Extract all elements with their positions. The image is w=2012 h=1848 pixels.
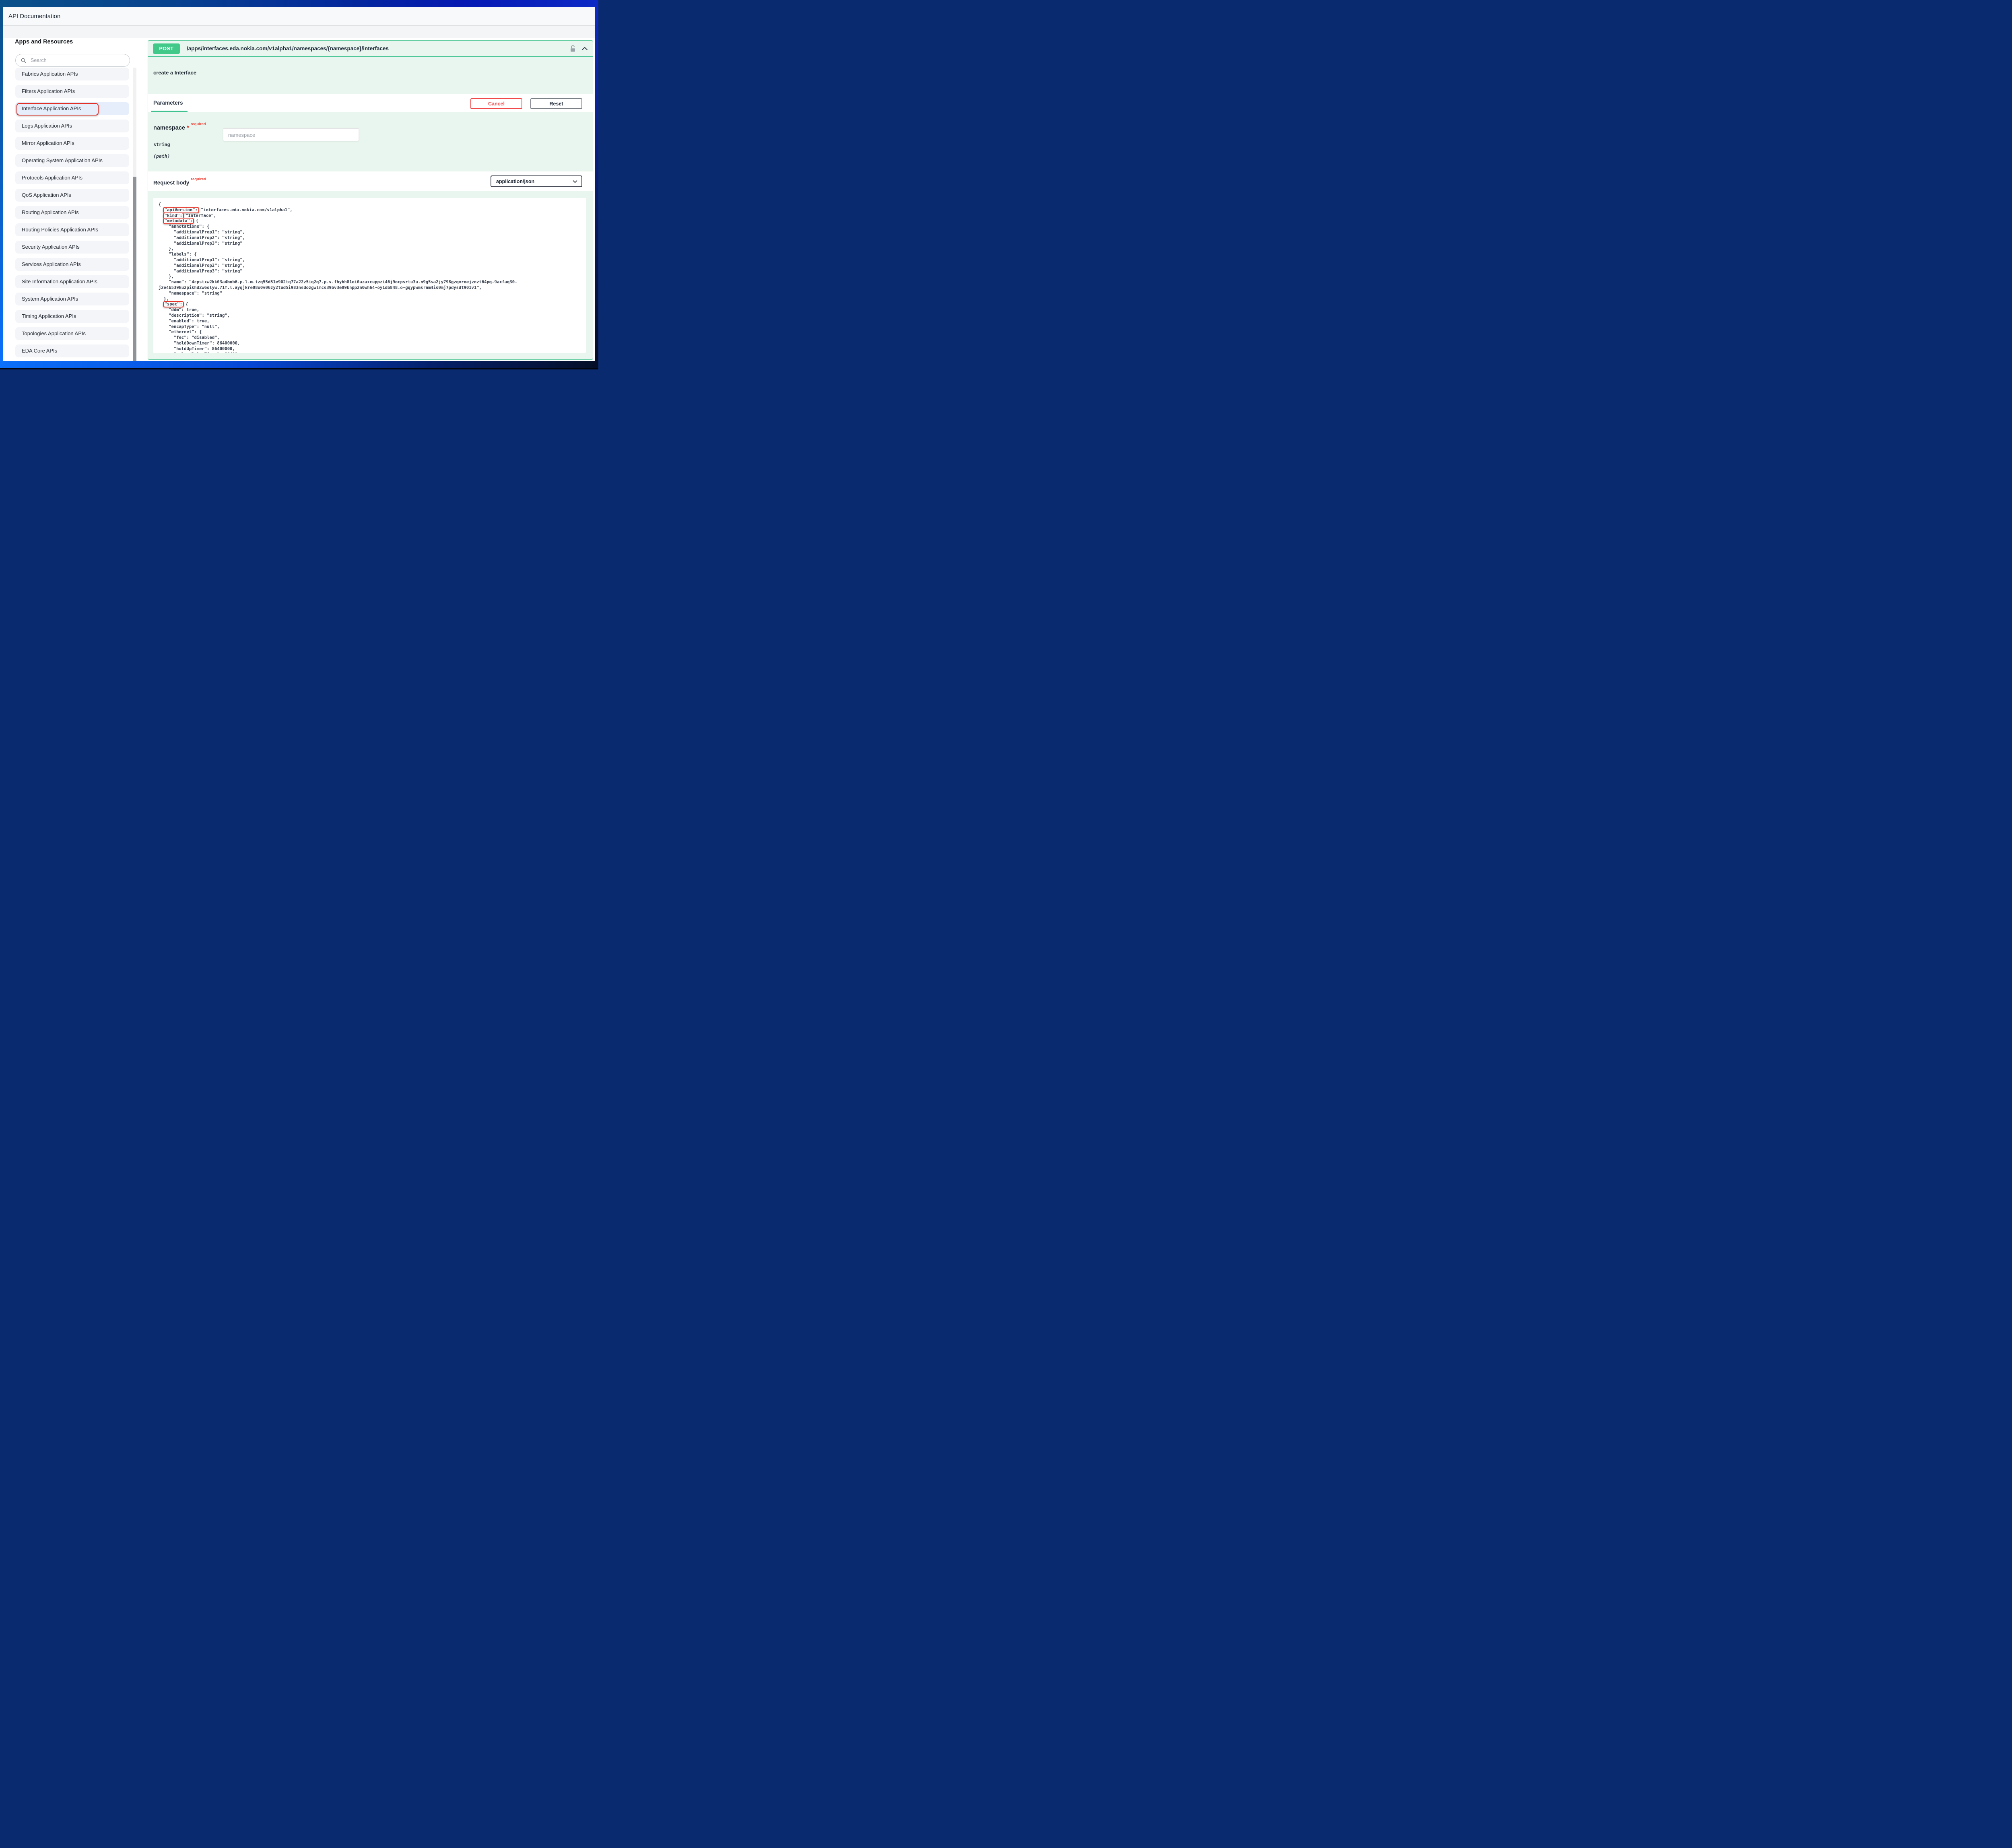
param-location: (path)	[153, 153, 170, 159]
tab-parameters[interactable]: Parameters	[153, 94, 183, 112]
sidebar-item-label: Mirror Application APIs	[15, 137, 129, 150]
sidebar-list: Fabrics Application APIs Filters Applicat…	[15, 68, 129, 361]
sidebar-item[interactable]: Routing Application APIs	[15, 206, 129, 219]
sidebar-item[interactable]: System Application APIs	[15, 293, 129, 305]
endpoint-path: /apps/interfaces.eda.nokia.com/v1alpha1/…	[187, 45, 389, 52]
sidebar-item[interactable]: Services Application APIs	[15, 258, 129, 271]
sidebar-item-label: QoS Application APIs	[15, 189, 129, 202]
sidebar-item-label: Routing Policies Application APIs	[15, 223, 129, 236]
sidebar-item[interactable]: Logs Application APIs	[15, 120, 129, 132]
namespace-input[interactable]	[223, 128, 359, 141]
sidebar-item[interactable]: QoS Application APIs	[15, 189, 129, 202]
sidebar-item[interactable]: Timing Application APIs	[15, 310, 129, 323]
sidebar-item-label: Fabrics Application APIs	[15, 68, 129, 80]
endpoint-panel: POST /apps/interfaces.eda.nokia.com/v1al…	[148, 40, 593, 360]
sidebar-item-label: Logs Application APIs	[15, 120, 129, 132]
sidebar-item-label: Operating System Application APIs	[15, 154, 129, 167]
sidebar-item[interactable]: EDA Core APIs	[15, 344, 129, 357]
sidebar-item-label: Security Application APIs	[15, 241, 129, 254]
sidebar-item[interactable]: Operating System Application APIs	[15, 154, 129, 167]
endpoint-description: create a Interface	[153, 70, 196, 76]
endpoint-header[interactable]: POST /apps/interfaces.eda.nokia.com/v1al…	[148, 41, 593, 57]
param-type: string	[153, 142, 170, 147]
active-tab-underline	[151, 111, 188, 112]
tabs-row: Parameters Cancel Reset	[148, 94, 593, 112]
sidebar-item-label: Timing Application APIs	[15, 310, 129, 323]
search-icon	[21, 58, 27, 64]
required-label: required	[191, 177, 206, 182]
param-name-row: namespace*required	[153, 124, 206, 131]
sidebar-item-label: EDA Core APIs	[15, 344, 129, 357]
sidebar-item[interactable]: Fabrics Application APIs	[15, 68, 129, 80]
chevron-up-icon[interactable]	[581, 47, 588, 51]
sidebar-item[interactable]: Protocols Application APIs	[15, 171, 129, 184]
sidebar-item[interactable]: Interface Application APIs	[15, 102, 129, 115]
sidebar-item-label: Routing Application APIs	[15, 206, 129, 219]
sidebar-item-label: Filters Application APIs	[15, 85, 129, 98]
sidebar-item-label: Protocols Application APIs	[15, 171, 129, 184]
tab-parameters-label: Parameters	[153, 100, 183, 106]
page-title: API Documentation	[8, 7, 60, 25]
page-header: API Documentation	[3, 7, 595, 26]
sidebar-item[interactable]: Mirror Application APIs	[15, 137, 129, 150]
annotation-highlight-box: "spec":	[163, 301, 184, 307]
sidebar-item-label: Topologies Application APIs	[15, 327, 129, 340]
page: API Documentation Apps and Resources Fab…	[3, 7, 595, 361]
window-frame-left	[0, 7, 3, 361]
content-type-value: application/json	[496, 179, 534, 184]
request-body-row: Request bodyrequired application/json	[148, 171, 593, 191]
cancel-button[interactable]: Cancel	[470, 98, 522, 109]
sidebar-item[interactable]: Routing Policies Application APIs	[15, 223, 129, 236]
sidebar-heading: Apps and Resources	[15, 39, 73, 45]
content-type-select[interactable]: application/json	[491, 175, 582, 187]
reset-button[interactable]: Reset	[530, 98, 582, 109]
chevron-down-icon	[573, 180, 577, 183]
request-body-label: Request body	[153, 180, 189, 186]
param-name: namespace	[153, 125, 185, 131]
sidebar-item[interactable]: Site Information Application APIs	[15, 275, 129, 288]
method-badge: POST	[153, 43, 180, 54]
window-frame-right	[595, 7, 598, 361]
window-frame-top	[0, 0, 598, 7]
header-subband	[3, 26, 595, 38]
sidebar-item[interactable]: Security Application APIs	[15, 241, 129, 254]
window-frame-bottom	[0, 361, 598, 369]
request-body-label-row: Request bodyrequired	[153, 171, 206, 193]
sidebar-item-label: System Application APIs	[15, 293, 129, 305]
sidebar-item-label: Site Information Application APIs	[15, 275, 129, 288]
sidebar-item[interactable]: Topologies Application APIs	[15, 327, 129, 340]
sidebar-scrollbar-track[interactable]	[133, 68, 136, 361]
sidebar-item-label: Interface Application APIs	[15, 102, 129, 115]
search-input[interactable]	[30, 57, 120, 64]
sidebar-scrollbar-thumb[interactable]	[133, 177, 136, 361]
sidebar-item[interactable]: Filters Application APIs	[15, 85, 129, 98]
required-asterisk: *	[187, 125, 189, 131]
annotation-highlight-box: "metadata":	[163, 218, 194, 224]
request-body-example[interactable]: { "apiVersion": "interfaces.eda.nokia.co…	[153, 198, 586, 353]
required-label: required	[191, 122, 206, 126]
app-window: API Documentation Apps and Resources Fab…	[0, 0, 598, 369]
sidebar-item-label: Services Application APIs	[15, 258, 129, 271]
unlocked-padlock-icon[interactable]	[570, 45, 576, 52]
search-box[interactable]	[15, 54, 130, 67]
